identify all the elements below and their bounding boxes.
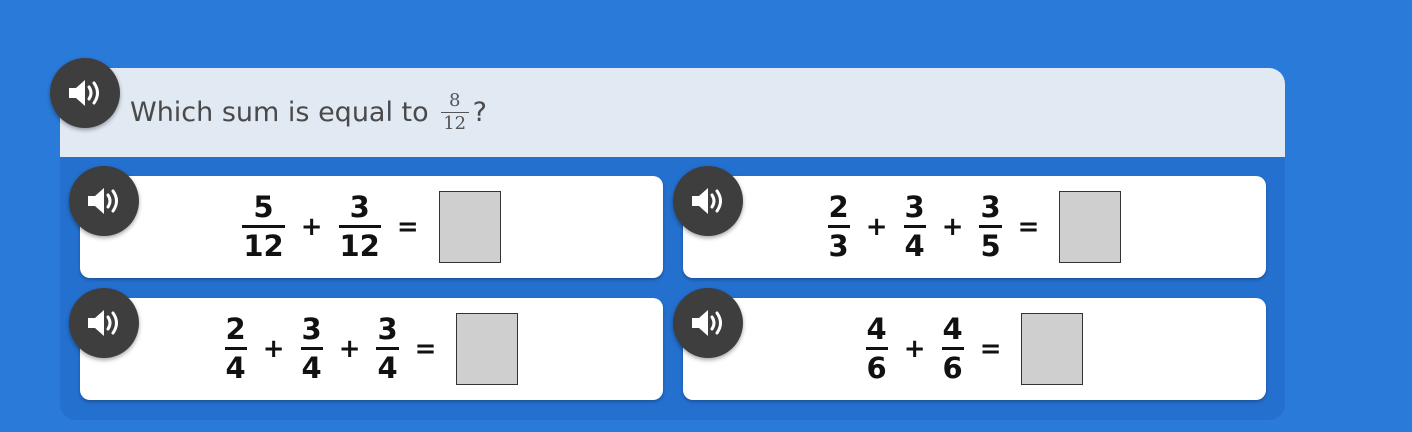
- fraction-bar: [903, 225, 926, 228]
- fraction-numerator: 3: [349, 190, 370, 224]
- speaker-volume-icon: [69, 80, 99, 106]
- fraction-numerator: 4: [942, 312, 963, 346]
- answer-option-1[interactable]: 5 12 +3 12 =: [80, 176, 663, 278]
- question-bar: Which sum is equal to 8 12 ?: [60, 68, 1285, 157]
- fraction-bar: [376, 347, 399, 350]
- fraction-denominator: 4: [301, 351, 322, 385]
- fraction-denominator: 3: [828, 229, 849, 263]
- option-3-speaker-button[interactable]: [69, 288, 139, 358]
- fraction: 23: [827, 190, 850, 263]
- fraction-numerator: 4: [866, 312, 887, 346]
- fraction: 46: [865, 312, 888, 385]
- plus-operator: +: [941, 212, 964, 242]
- fraction: 46: [941, 312, 964, 385]
- fraction-numerator: 3: [904, 190, 925, 224]
- fraction: 3 12: [338, 190, 381, 263]
- question-text: Which sum is equal to 8 12 ?: [130, 92, 487, 133]
- option-2-speaker-button[interactable]: [673, 166, 743, 236]
- fraction-denominator: 6: [942, 351, 963, 385]
- option-4-speaker-button[interactable]: [673, 288, 743, 358]
- speaker-volume-icon: [692, 310, 722, 336]
- option-4-expression: 4 6 +4 6 =: [865, 312, 1084, 385]
- fraction-numerator: 3: [980, 190, 1001, 224]
- fraction-denominator: 4: [904, 229, 925, 263]
- fraction: 24: [224, 312, 247, 385]
- plus-operator: +: [865, 212, 888, 242]
- question-fraction-numerator: 8: [448, 90, 461, 111]
- option-1-expression: 5 12 +3 12 =: [242, 190, 501, 263]
- equals-sign: =: [979, 334, 1002, 364]
- fraction: 5 12: [242, 190, 285, 263]
- equals-sign: =: [414, 334, 437, 364]
- fraction-denominator: 12: [339, 229, 380, 263]
- fraction-bar: [224, 347, 247, 350]
- fraction-bar: [865, 347, 888, 350]
- question-fraction-denominator: 12: [443, 113, 467, 134]
- fraction-denominator: 5: [980, 229, 1001, 263]
- fraction-numerator: 3: [377, 312, 398, 346]
- option-3-expression: 2 4 +3 4 +3 4 =: [224, 312, 519, 385]
- fraction-denominator: 4: [377, 351, 398, 385]
- fraction: 34: [376, 312, 399, 385]
- fraction-denominator: 4: [225, 351, 246, 385]
- fraction-bar: [242, 225, 285, 228]
- speaker-volume-icon: [88, 310, 118, 336]
- answer-input-box[interactable]: [1059, 191, 1122, 263]
- option-2-expression: 2 3 +3 4 +3 5 =: [827, 190, 1122, 263]
- fraction: 34: [903, 190, 926, 263]
- question-mark: ?: [472, 97, 488, 128]
- question-fraction: 8 12: [440, 90, 469, 134]
- fraction-bar: [338, 225, 381, 228]
- fraction-numerator: 3: [301, 312, 322, 346]
- answer-option-3[interactable]: 2 4 +3 4 +3 4 =: [80, 298, 663, 400]
- answer-option-2[interactable]: 2 3 +3 4 +3 5 =: [683, 176, 1266, 278]
- plus-operator: +: [262, 334, 285, 364]
- fraction-bar: [941, 347, 964, 350]
- answer-input-box[interactable]: [438, 191, 501, 263]
- fraction: 35: [979, 190, 1002, 263]
- option-1-speaker-button[interactable]: [69, 166, 139, 236]
- plus-operator: +: [338, 334, 361, 364]
- question-speaker-button[interactable]: [50, 58, 120, 128]
- fraction-bar: [827, 225, 850, 228]
- fraction-numerator: 2: [225, 312, 246, 346]
- equals-sign: =: [396, 212, 419, 242]
- fraction: 34: [300, 312, 323, 385]
- equals-sign: =: [1017, 212, 1040, 242]
- fraction-denominator: 6: [866, 351, 887, 385]
- plus-operator: +: [903, 334, 926, 364]
- fraction-numerator: 2: [828, 190, 849, 224]
- fraction-bar: [979, 225, 1002, 228]
- answer-option-4[interactable]: 4 6 +4 6 =: [683, 298, 1266, 400]
- answer-input-box[interactable]: [456, 313, 519, 385]
- fraction-denominator: 12: [243, 229, 284, 263]
- speaker-volume-icon: [692, 188, 722, 214]
- fraction-bar: [300, 347, 323, 350]
- question-prefix: Which sum is equal to: [130, 97, 429, 128]
- fraction-numerator: 5: [253, 190, 274, 224]
- speaker-volume-icon: [88, 188, 118, 214]
- plus-operator: +: [300, 212, 323, 242]
- answer-input-box[interactable]: [1021, 313, 1084, 385]
